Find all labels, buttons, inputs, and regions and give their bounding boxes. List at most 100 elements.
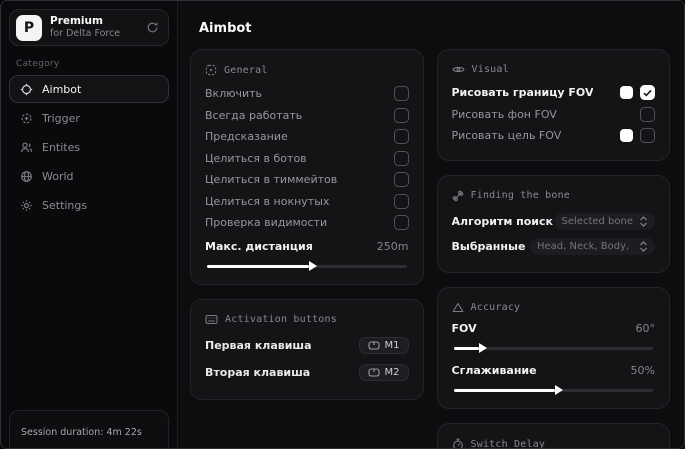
page-title: Aimbot bbox=[199, 21, 252, 36]
max-distance-slider[interactable] bbox=[207, 260, 407, 271]
enable-checkbox[interactable] bbox=[393, 86, 409, 102]
visual-panel-header: Visual bbox=[451, 64, 656, 75]
setting-row: Целиться в тиммейтов bbox=[205, 169, 409, 191]
panel-title: Switch Delay bbox=[470, 438, 546, 449]
key-value: M1 bbox=[384, 339, 400, 351]
switch-delay-panel-header: Switch Delay bbox=[452, 438, 656, 449]
max-distance-row: Макс. дистанция 250m bbox=[205, 238, 409, 256]
prediction-checkbox[interactable] bbox=[393, 129, 409, 145]
sidebar-item-aimbot[interactable]: Aimbot bbox=[9, 75, 169, 103]
sidebar-item-label: World bbox=[42, 169, 74, 183]
panel-title: Activation buttons bbox=[225, 313, 337, 325]
slider-label: Сглаживание bbox=[451, 364, 537, 377]
crosshair-icon bbox=[20, 83, 33, 96]
selected-value: Head, Neck, Body, Pe.. bbox=[537, 240, 633, 252]
sidebar-item-trigger[interactable]: Trigger bbox=[9, 104, 169, 132]
activation-panel: Activation buttons Первая клавиша M1 Вто… bbox=[190, 298, 424, 400]
setting-label: Рисовать границу FOV bbox=[451, 86, 594, 100]
setting-label: Целиться в тиммейтов bbox=[205, 173, 338, 187]
premium-card: P Premium for Delta Force bbox=[9, 9, 169, 46]
draw-fov-target-checkbox[interactable] bbox=[640, 128, 655, 144]
eye-icon bbox=[451, 64, 465, 75]
fov-target-color-swatch[interactable] bbox=[620, 129, 633, 143]
panel-title: Visual bbox=[471, 64, 509, 75]
slider-value: 50% bbox=[630, 364, 655, 377]
setting-label: Рисовать фон FOV bbox=[451, 107, 557, 121]
chevrons-up-down-icon bbox=[639, 240, 648, 252]
panel-title: Finding the bone bbox=[470, 190, 571, 201]
premium-subtitle: for Delta Force bbox=[50, 28, 121, 40]
slider-value: 60° bbox=[635, 322, 656, 335]
setting-row: Всегда работать bbox=[205, 105, 409, 127]
draw-fov-background-checkbox[interactable] bbox=[640, 106, 655, 122]
premium-text: Premium for Delta Force bbox=[50, 15, 120, 40]
panel-title: General bbox=[224, 64, 268, 76]
category-label: Category bbox=[16, 59, 60, 69]
dropdown-label: Выбранные кос bbox=[451, 239, 529, 253]
target-knocked-checkbox[interactable] bbox=[393, 193, 409, 209]
bone-panel: Finding the bone Алгоритм поиска кост Se… bbox=[436, 174, 670, 273]
sidebar: P Premium for Delta Force Category Aimbo… bbox=[1, 1, 177, 448]
sidebar-item-entites[interactable]: Entites bbox=[9, 133, 169, 161]
setting-label: Включить bbox=[205, 87, 263, 101]
session-duration-text: Session duration: 4m 22s bbox=[21, 427, 142, 438]
setting-row: Предсказание bbox=[205, 126, 409, 148]
first-key-bind-button[interactable]: M1 bbox=[358, 336, 409, 354]
panel-columns: General Включить Всегда работать Предска… bbox=[190, 49, 670, 449]
second-key-row: Вторая клавиша M2 bbox=[205, 359, 409, 386]
setting-row: Целиться в нокнутых bbox=[205, 191, 409, 213]
switch-delay-panel: Switch Delay Задержка переключения Задер… bbox=[436, 422, 670, 449]
sidebar-item-world[interactable]: World bbox=[9, 162, 169, 190]
setting-row: Целиться в ботов bbox=[205, 148, 409, 170]
right-column: Visual Рисовать границу FOV Рисовать фон… bbox=[436, 49, 670, 449]
setting-label: Рисовать цель FOV bbox=[451, 129, 562, 143]
main-content: Aimbot General Включить Всегда работать … bbox=[177, 1, 684, 448]
visual-panel: Visual Рисовать границу FOV Рисовать фон… bbox=[436, 49, 670, 161]
key-label: Первая клавиша bbox=[205, 338, 312, 352]
dropdown-label: Алгоритм поиска кост bbox=[451, 214, 553, 228]
draw-fov-border-checkbox[interactable] bbox=[640, 85, 655, 101]
session-duration-box: Session duration: 4m 22s bbox=[9, 410, 169, 448]
fov-row: FOV 60° bbox=[452, 320, 656, 338]
target-teammates-checkbox[interactable] bbox=[393, 172, 409, 188]
mouse-icon bbox=[367, 340, 380, 350]
globe-icon bbox=[20, 170, 33, 183]
activation-panel-header: Activation buttons bbox=[205, 314, 409, 325]
slider-thumb[interactable] bbox=[308, 260, 317, 271]
bone-algorithm-select[interactable]: Selected bone bbox=[554, 212, 655, 230]
slider-thumb[interactable] bbox=[479, 342, 488, 353]
sidebar-item-label: Aimbot bbox=[42, 82, 82, 96]
slider-fill bbox=[453, 342, 488, 353]
setting-label: Всегда работать bbox=[205, 108, 303, 122]
fov-slider[interactable] bbox=[453, 342, 653, 353]
sidebar-nav: Aimbot Trigger Entites World Settings bbox=[9, 75, 169, 219]
setting-row: Рисовать фон FOV bbox=[451, 104, 655, 126]
setting-row: Включить bbox=[205, 83, 409, 105]
selected-bones-row: Выбранные кос Head, Neck, Body, Pe.. bbox=[451, 234, 655, 259]
key-label: Вторая клавиша bbox=[205, 365, 311, 379]
refresh-icon[interactable] bbox=[146, 21, 159, 34]
slider-fill bbox=[453, 384, 564, 395]
bone-panel-header: Finding the bone bbox=[452, 190, 656, 202]
sidebar-item-label: Settings bbox=[42, 198, 88, 212]
sidebar-item-settings[interactable]: Settings bbox=[9, 191, 169, 219]
always-work-checkbox[interactable] bbox=[393, 107, 409, 123]
second-key-bind-button[interactable]: M2 bbox=[358, 363, 409, 381]
mouse-icon bbox=[367, 367, 380, 377]
app-logo: P bbox=[16, 14, 42, 41]
panel-title: Accuracy bbox=[470, 301, 521, 313]
target-bots-checkbox[interactable] bbox=[393, 150, 409, 166]
smoothing-slider[interactable] bbox=[453, 384, 653, 395]
selected-bones-select[interactable]: Head, Neck, Body, Pe.. bbox=[530, 237, 655, 255]
fov-border-color-swatch[interactable] bbox=[620, 86, 633, 100]
accuracy-panel: Accuracy FOV 60° Сглаживание 50% bbox=[436, 286, 670, 409]
app-window: P Premium for Delta Force Category Aimbo… bbox=[0, 0, 685, 449]
slider-thumb[interactable] bbox=[555, 384, 564, 395]
slider-fill bbox=[207, 260, 317, 271]
slider-label: Макс. дистанция bbox=[205, 240, 313, 253]
trigger-icon bbox=[20, 112, 33, 125]
setting-label: Целиться в нокнутых bbox=[205, 194, 330, 208]
visibility-check-checkbox[interactable] bbox=[393, 215, 409, 231]
sidebar-item-label: Entites bbox=[42, 140, 81, 154]
entities-icon bbox=[20, 141, 33, 154]
